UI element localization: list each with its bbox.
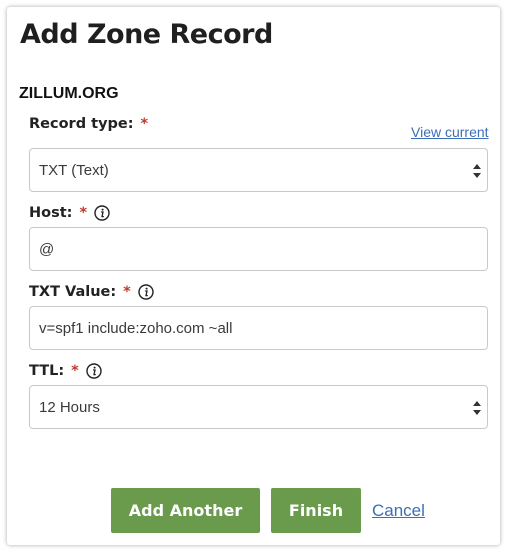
view-current-link[interactable]: View current bbox=[411, 124, 489, 140]
add-another-button[interactable]: Add Another bbox=[111, 488, 260, 533]
required-asterisk: * bbox=[79, 205, 88, 221]
record-type-value: TXT (Text) bbox=[39, 161, 109, 179]
txt-value-label: TXT Value: bbox=[29, 284, 117, 300]
info-icon[interactable] bbox=[94, 205, 110, 221]
select-arrows-icon bbox=[473, 164, 481, 178]
host-label-row: Host: * bbox=[29, 205, 110, 221]
ttl-value: 12 Hours bbox=[39, 398, 100, 416]
txt-value-value: v=spf1 include:zoho.com ~all bbox=[39, 319, 233, 337]
host-value: @ bbox=[39, 240, 55, 258]
record-type-label-row: Record type: * bbox=[29, 116, 148, 132]
host-input[interactable]: @ bbox=[29, 227, 488, 271]
info-icon[interactable] bbox=[86, 363, 102, 379]
dialog-title: Add Zone Record bbox=[20, 19, 273, 50]
txt-value-input[interactable]: v=spf1 include:zoho.com ~all bbox=[29, 306, 488, 350]
required-asterisk: * bbox=[123, 284, 131, 300]
ttl-label: TTL: bbox=[29, 363, 65, 379]
required-asterisk: * bbox=[140, 116, 149, 132]
ttl-select[interactable]: 12 Hours bbox=[29, 385, 488, 429]
required-asterisk: * bbox=[71, 363, 79, 379]
host-label: Host: bbox=[29, 205, 73, 221]
txt-value-label-row: TXT Value: * bbox=[29, 284, 154, 300]
domain-name: ZILLUM.ORG bbox=[19, 85, 119, 102]
info-icon[interactable] bbox=[138, 284, 154, 300]
record-type-label: Record type: bbox=[29, 116, 134, 132]
record-type-select[interactable]: TXT (Text) bbox=[29, 148, 488, 192]
ttl-label-row: TTL: * bbox=[29, 363, 102, 379]
finish-button[interactable]: Finish bbox=[271, 488, 361, 533]
cancel-link[interactable]: Cancel bbox=[372, 501, 425, 521]
select-arrows-icon bbox=[473, 401, 481, 415]
add-zone-record-dialog: Add Zone Record ZILLUM.ORG Record type: … bbox=[7, 7, 500, 545]
